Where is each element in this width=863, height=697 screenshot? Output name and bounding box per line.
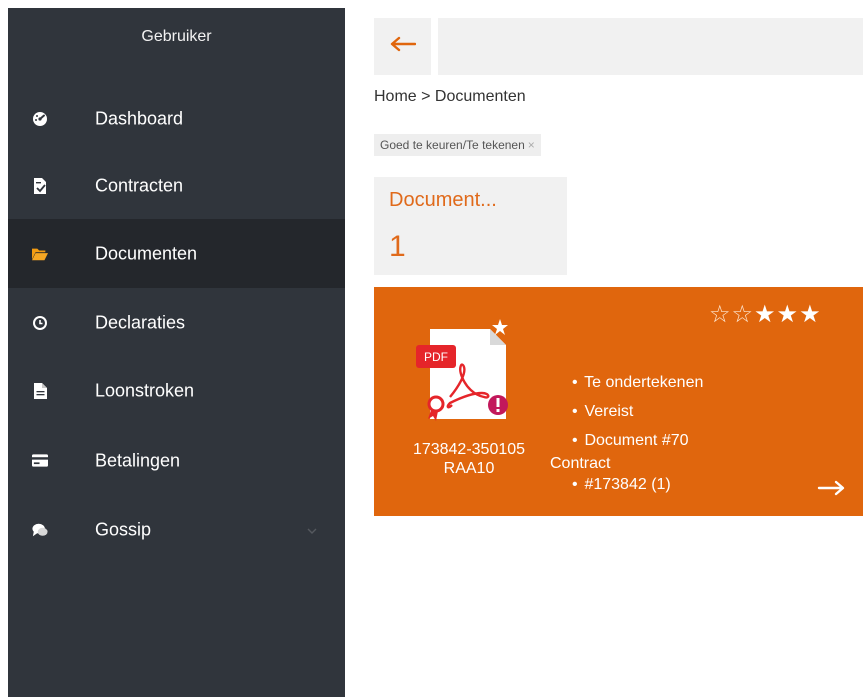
sidebar-item-label: Gossip: [95, 519, 152, 539]
count-tile-title: Document...: [389, 189, 497, 211]
document-card[interactable]: ☆☆★★★ PDF 173842-350105 RAA10 • Te onder…: [374, 287, 863, 516]
sidebar-item-dashboard[interactable]: Dashboard: [8, 84, 345, 153]
pdf-file-icon: PDF: [416, 317, 514, 429]
sidebar-item-label: Contracten: [95, 175, 184, 195]
clock-icon: [32, 315, 48, 331]
document-type: Contract: [550, 455, 611, 472]
breadcrumb[interactable]: Home > Documenten: [374, 88, 526, 106]
sidebar-item-label: Documenten: [95, 243, 198, 263]
bullet-icon: •: [572, 374, 578, 391]
top-bar: [438, 18, 863, 75]
sidebar: Gebruiker Dashboard Contracten Documente…: [8, 8, 345, 697]
star-empty-icon: ☆: [731, 301, 755, 328]
close-icon[interactable]: ×: [528, 138, 535, 152]
filter-chip: Goed te keuren/Te tekenen ×: [374, 134, 541, 156]
sidebar-item-label: Declaraties: [95, 312, 186, 332]
star-filled-icon: ★: [776, 301, 800, 328]
sidebar-item-betalingen[interactable]: Betalingen: [8, 426, 345, 495]
document-properties: • Te ondertekenen • Vereist • Document #…: [550, 368, 792, 497]
sidebar-item-label: Loonstroken: [95, 380, 195, 400]
file-type-label: PDF: [424, 350, 448, 364]
filter-chip-label: Goed te keuren/Te tekenen: [380, 138, 525, 152]
folder-open-icon: [32, 246, 48, 262]
sidebar-item-contracten[interactable]: Contracten: [8, 151, 345, 220]
sidebar-item-documenten[interactable]: Documenten: [8, 219, 345, 288]
star-empty-icon: ☆: [709, 301, 732, 328]
chevron-down-icon[interactable]: [306, 524, 318, 536]
sidebar-item-loonstroken[interactable]: Loonstroken: [8, 356, 345, 425]
arrow-right-icon[interactable]: [817, 480, 845, 496]
back-button[interactable]: [374, 18, 431, 75]
document-property: • Vereist: [572, 397, 792, 426]
bullet-icon: •: [572, 476, 578, 493]
comments-icon: [32, 522, 48, 538]
star-filled-icon: ★: [754, 301, 777, 328]
sidebar-item-gossip[interactable]: Gossip: [8, 495, 345, 564]
file-icon: [32, 382, 48, 399]
star-filled-icon: ★: [799, 301, 822, 328]
bullet-icon: •: [572, 403, 578, 420]
star-rating: ☆☆★★★: [709, 301, 822, 329]
sidebar-item-label: Betalingen: [95, 450, 181, 470]
document-reference: • #173842 (1): [572, 473, 792, 497]
bullet-icon: •: [572, 432, 578, 449]
sidebar-item-declaraties[interactable]: Declaraties: [8, 288, 345, 357]
document-id-line2: RAA10: [443, 460, 495, 477]
document-id-line1: 173842-350105: [412, 441, 526, 458]
contract-icon: [32, 177, 48, 194]
sidebar-item-label: Dashboard: [95, 108, 184, 128]
document-id: 173842-350105 RAA10: [392, 440, 546, 478]
sidebar-title: Gebruiker: [141, 28, 212, 45]
arrow-left-icon: [390, 36, 416, 57]
document-property: • Document #70: [572, 426, 792, 455]
dashboard-icon: [32, 111, 48, 127]
count-tile-value: 1: [389, 230, 406, 263]
document-count-tile[interactable]: Document... 1: [374, 177, 567, 275]
document-property: • Te ondertekenen: [572, 368, 792, 397]
credit-card-icon: [32, 453, 48, 469]
